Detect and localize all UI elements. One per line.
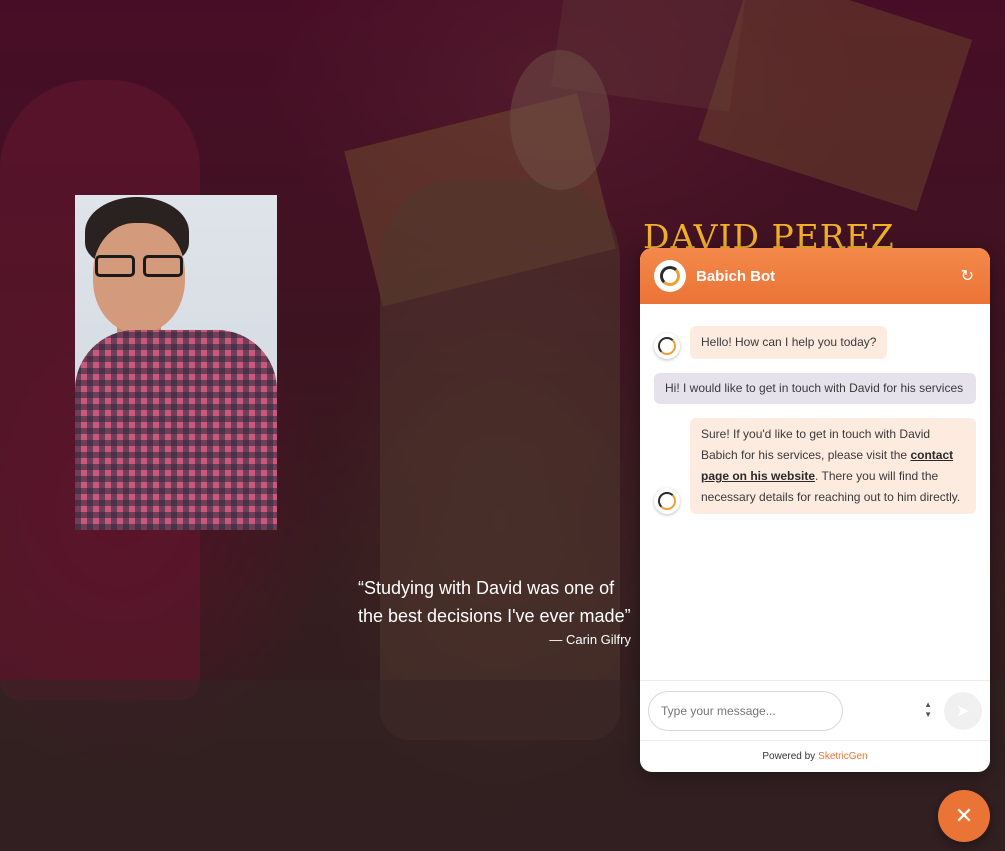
bot-avatar-small [654,333,680,359]
brand-link[interactable]: SketricGen [818,751,867,762]
testimonial-quote: “Studying with David was one of the best… [358,578,631,626]
user-bubble: Hi! I would like to get in touch with Da… [654,373,976,404]
powered-by-label: Powered by [762,751,816,762]
chat-header: Babich Bot ↻ [640,248,990,304]
bot-bubble: Sure! If you'd like to get in touch with… [690,418,976,514]
refresh-icon[interactable]: ↻ [961,266,974,286]
bot-logo-icon [658,492,676,510]
bot-logo-icon [660,266,680,286]
scroll-stepper[interactable]: ▲ ▼ [924,700,932,720]
message-list: Hello! How can I help you today? Hi! I w… [640,304,990,680]
powered-by: Powered by SketricGen [640,740,990,772]
message-input[interactable] [648,690,843,731]
bot-avatar [654,260,686,292]
send-button[interactable]: ➤ [944,691,982,730]
chat-widget: Babich Bot ↻ Hello! How can I help you t… [640,248,990,772]
bot-bubble: Hello! How can I help you today? [690,326,888,359]
message-input-wrap: ▲▼ [648,690,938,731]
bot-text: Sure! If you'd like to get in touch with… [701,427,931,462]
bot-logo-icon [658,337,676,355]
close-icon: ✕ [954,803,974,829]
close-chat-button[interactable]: ✕ [938,790,990,842]
message-bot: Hello! How can I help you today? [654,326,976,359]
message-composer: ▲▼ ➤ [640,680,990,740]
portrait-photo [75,195,277,530]
testimonial-author: — Carin Gilfry [549,632,631,647]
bot-avatar-small [654,488,680,514]
send-icon: ➤ [956,702,970,720]
chat-title: Babich Bot [696,267,776,285]
message-bot: Sure! If you'd like to get in touch with… [654,418,976,514]
